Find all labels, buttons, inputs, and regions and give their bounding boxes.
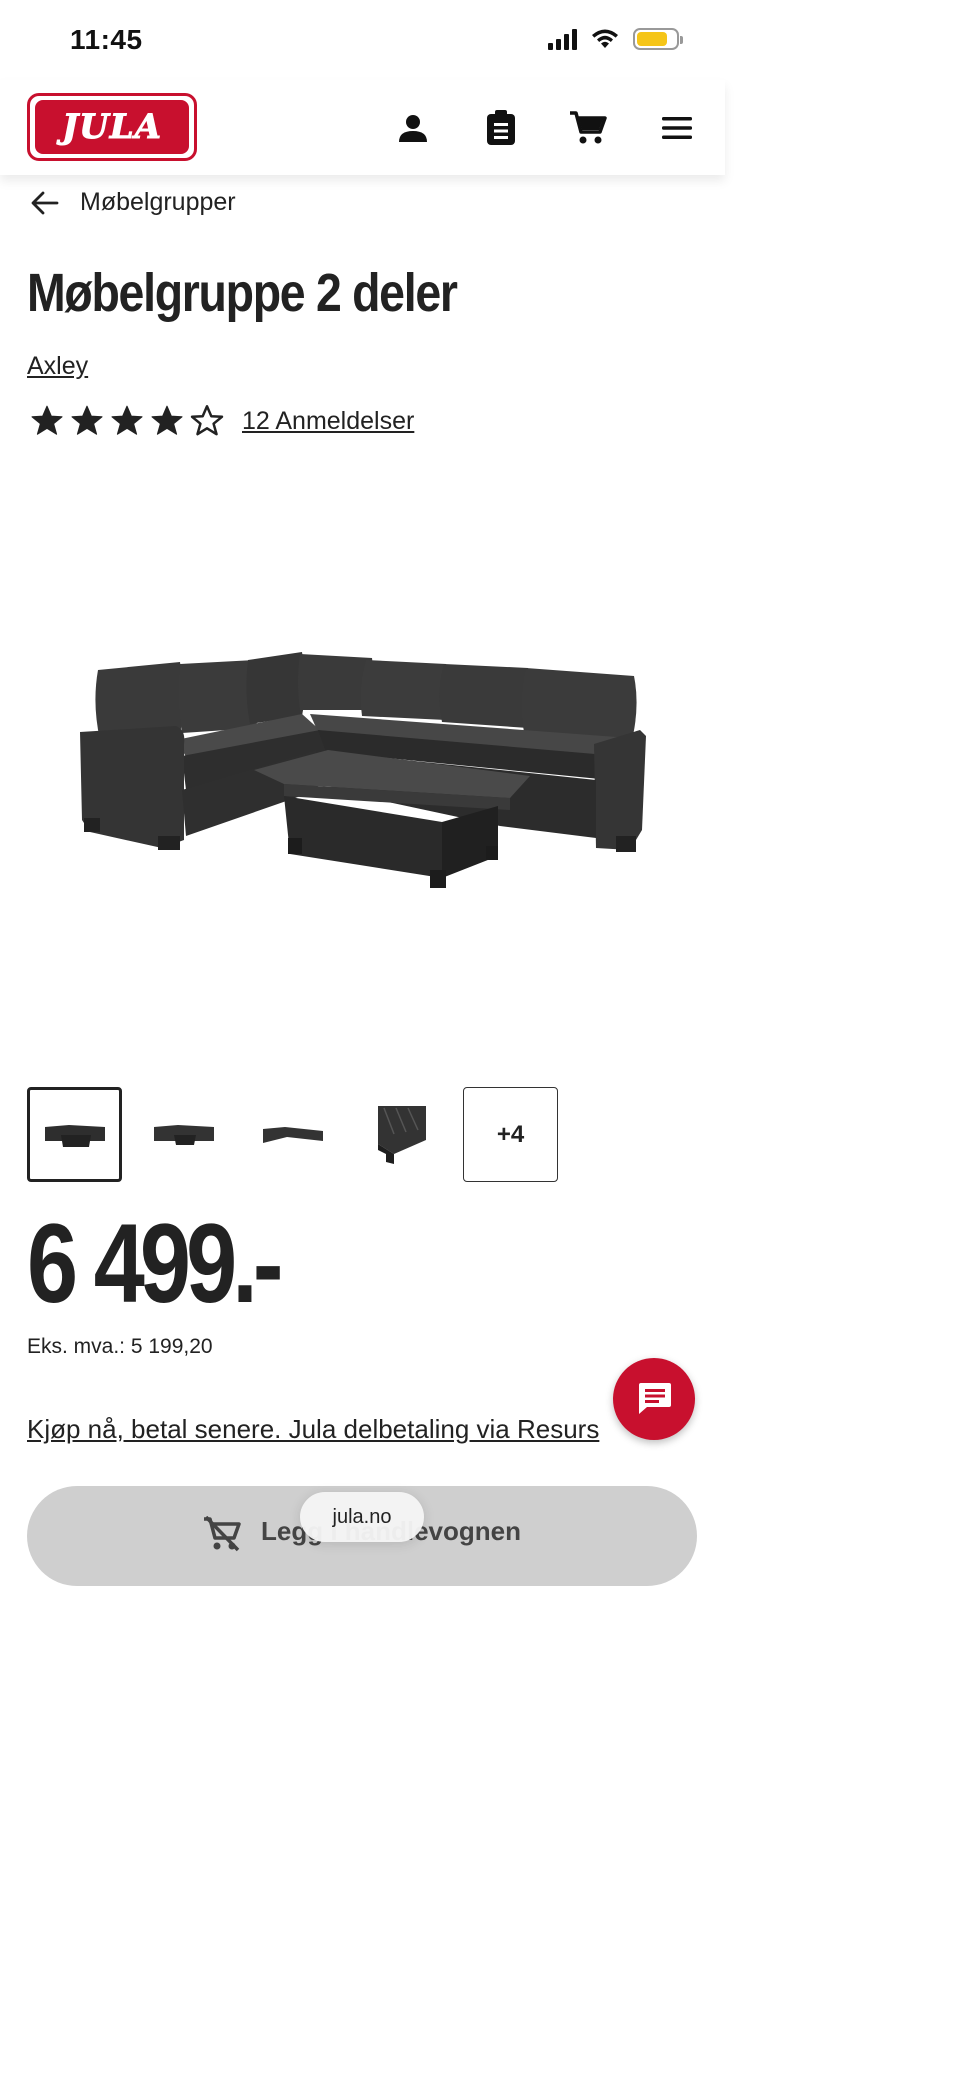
rating-stars xyxy=(30,404,224,438)
cart-button[interactable] xyxy=(568,108,608,148)
thumbnail-2[interactable] xyxy=(136,1087,231,1182)
user-icon xyxy=(399,115,427,142)
menu-icon xyxy=(662,117,692,139)
thumbnail-3[interactable] xyxy=(245,1087,340,1182)
chat-button[interactable] xyxy=(613,1358,695,1440)
status-bar: 11:45 xyxy=(0,0,725,80)
breadcrumb[interactable]: Møbelgrupper xyxy=(30,188,236,217)
sofa-thumbnail-image xyxy=(44,1124,105,1147)
menu-button[interactable] xyxy=(657,108,697,148)
star-empty-icon xyxy=(190,405,224,436)
clipboard-icon xyxy=(487,110,515,145)
site-header: JULA xyxy=(0,80,725,175)
status-icons xyxy=(548,28,683,50)
product-price: 6 499.- xyxy=(27,1201,283,1326)
thumbnail-strip: +4 xyxy=(27,1087,558,1182)
product-image[interactable] xyxy=(70,640,660,900)
wifi-icon xyxy=(592,29,618,48)
sofa-thumbnail-image xyxy=(262,1126,323,1143)
more-images-button[interactable]: +4 xyxy=(463,1087,558,1182)
breadcrumb-label: Møbelgrupper xyxy=(80,188,236,216)
cart-icon xyxy=(570,111,607,144)
star-filled-icon xyxy=(71,405,103,435)
shopping-list-button[interactable] xyxy=(481,108,521,148)
account-button[interactable] xyxy=(393,108,433,148)
jula-logo[interactable]: JULA xyxy=(27,93,197,161)
arrow-left-icon xyxy=(31,191,59,214)
reviews-link[interactable]: 12 Anmeldelser xyxy=(242,407,414,436)
sofa-thumbnail-image xyxy=(153,1124,214,1145)
browser-url-pill[interactable]: jula.no xyxy=(300,1492,424,1542)
star-filled-icon xyxy=(31,405,63,435)
status-time: 11:45 xyxy=(70,24,143,55)
product-rating: 12 Anmeldelser xyxy=(30,404,414,438)
brand-link[interactable]: Axley xyxy=(27,352,88,381)
logo-text: JULA xyxy=(61,107,163,148)
battery-icon xyxy=(633,28,683,50)
thumbnail-1[interactable] xyxy=(27,1087,122,1182)
star-filled-icon xyxy=(151,405,183,435)
star-filled-icon xyxy=(111,405,143,435)
price-ex-vat: Eks. mva.: 5 199,20 xyxy=(27,1335,213,1358)
thumbnail-4[interactable] xyxy=(354,1087,449,1182)
cart-disabled-icon xyxy=(203,1516,241,1552)
product-title: Møbelgruppe 2 deler xyxy=(27,263,458,323)
table-detail-thumbnail-image xyxy=(377,1105,426,1164)
signal-icon xyxy=(548,28,577,50)
financing-link[interactable]: Kjøp nå, betal senere. Jula delbetaling … xyxy=(27,1414,599,1445)
chat-icon xyxy=(639,1383,671,1414)
